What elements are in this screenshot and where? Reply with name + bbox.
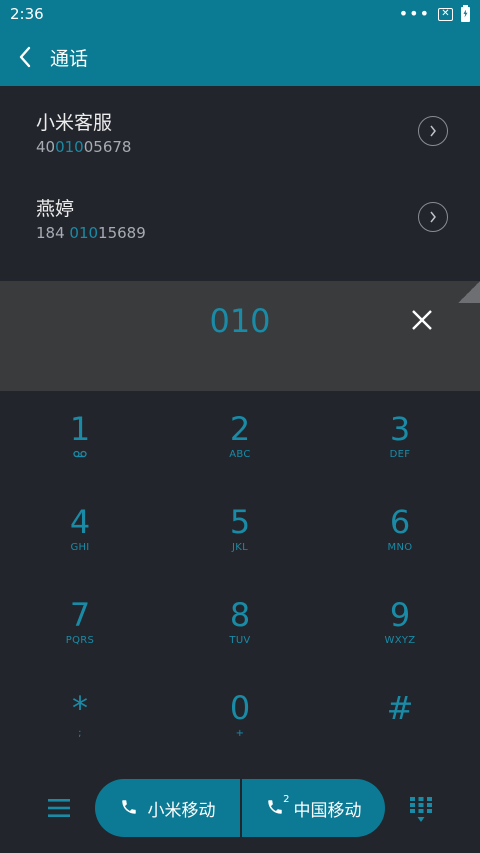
clear-input-button[interactable] <box>406 304 438 336</box>
contact-number: 184 01015689 <box>36 224 146 242</box>
contact-results-list: 小米客服 4001005678 燕婷 184 01015689 <box>0 86 480 258</box>
key-8[interactable]: 8 TUV <box>160 577 320 670</box>
sim2-label: 中国移动 <box>293 800 362 821</box>
notification-icon: ✕ <box>438 7 453 21</box>
chevron-right-icon <box>430 211 436 223</box>
key-hash[interactable]: # <box>320 670 480 763</box>
contact-name: 小米客服 <box>36 112 113 134</box>
call-sim1-button[interactable]: 小米移动 <box>95 779 240 837</box>
status-time: 2:36 <box>10 5 44 23</box>
contact-row[interactable]: 小米客服 4001005678 <box>0 86 480 172</box>
more-notifications-icon: ••• <box>398 4 430 23</box>
dial-keypad: 1 2 ABC 3 DEF 4 GHI 5 JKL 6 MNO 7 PQRS 8 TUV 9W… <box>0 391 480 763</box>
chevron-right-icon <box>430 125 436 137</box>
page-title: 通话 <box>50 47 89 70</box>
app-bar: 通话 <box>0 28 480 86</box>
key-7[interactable]: 7 PQRS <box>0 577 160 670</box>
close-icon <box>412 310 432 330</box>
contact-number: 4001005678 <box>36 138 132 156</box>
dial-input-panel: 010 <box>0 281 480 391</box>
battery-charging-icon <box>461 4 470 22</box>
sim1-label: 小米移动 <box>147 800 216 821</box>
key-2[interactable]: 2 ABC <box>160 391 320 484</box>
page-fold-corner <box>458 281 480 303</box>
call-button-group: 小米移动 2 中国移动 <box>95 779 385 837</box>
contact-detail-button[interactable] <box>418 202 448 232</box>
key-1[interactable]: 1 <box>0 391 160 484</box>
key-star[interactable]: *; <box>0 670 160 763</box>
chevron-left-icon <box>19 46 31 68</box>
key-9[interactable]: 9 WXYZ <box>320 577 480 670</box>
key-5[interactable]: 5 JKL <box>160 484 320 577</box>
bottom-bar: 小米移动 2 中国移动 <box>0 768 480 853</box>
number-match-highlight: 010 <box>55 138 84 156</box>
contact-name: 燕婷 <box>36 198 75 220</box>
contact-detail-button[interactable] <box>418 116 448 146</box>
key-6[interactable]: 6 MNO <box>320 484 480 577</box>
keypad-toggle-icon[interactable] <box>409 796 433 824</box>
status-bar: 2:36 ••• ✕ <box>0 0 480 28</box>
back-button[interactable] <box>0 28 50 86</box>
voicemail-icon <box>73 450 87 458</box>
key-4[interactable]: 4 GHI <box>0 484 160 577</box>
contact-row[interactable]: 燕婷 184 01015689 <box>0 172 480 258</box>
status-icons: ••• ✕ <box>398 4 470 23</box>
call-sim2-button[interactable]: 2 中国移动 <box>240 779 385 837</box>
key-3[interactable]: 3 DEF <box>320 391 480 484</box>
key-0[interactable]: 0 + <box>160 670 320 763</box>
number-match-highlight: 010 <box>69 224 99 242</box>
phone-sim2-icon: 2 <box>266 794 290 818</box>
menu-icon[interactable] <box>46 795 72 821</box>
phone-icon <box>120 798 140 818</box>
